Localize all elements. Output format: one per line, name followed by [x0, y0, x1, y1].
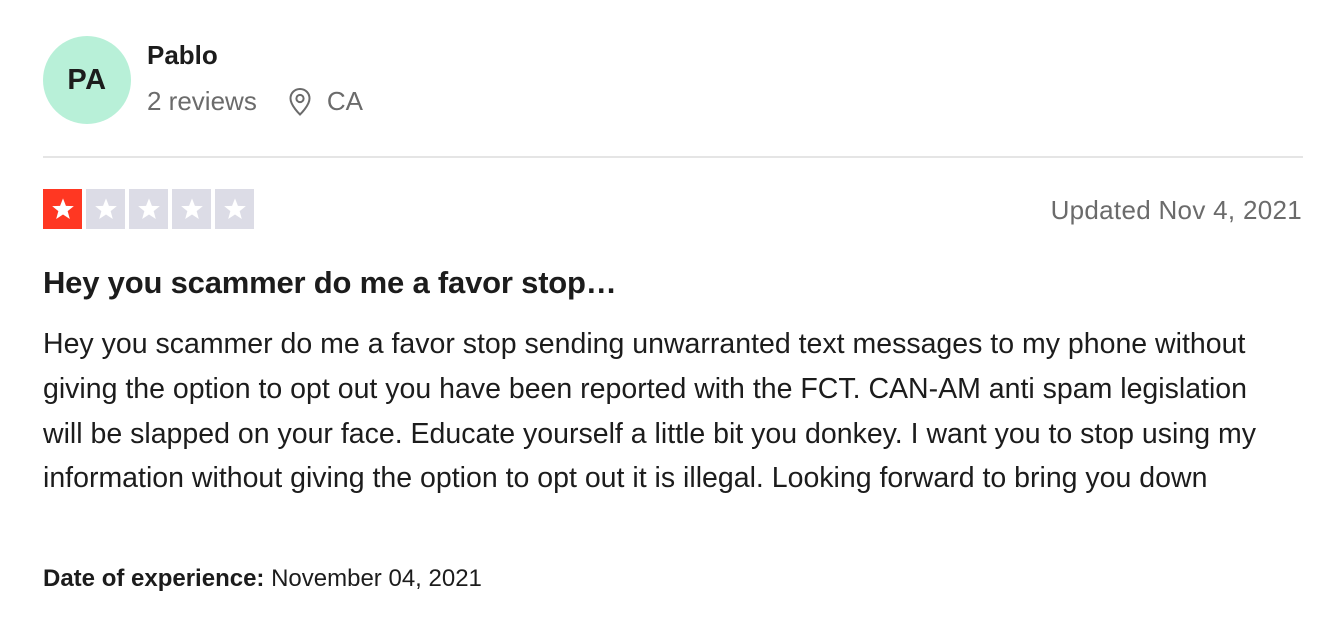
star-empty-icon	[129, 189, 168, 229]
experience-date: November 04, 2021	[271, 565, 482, 592]
consumer-location: CA	[326, 86, 363, 116]
date-of-experience: Date of experience: November 04, 2021	[43, 565, 482, 593]
avatar[interactable]: PA	[43, 36, 131, 124]
review-body: Hey you scammer do me a favor stop sendi…	[43, 328, 1256, 495]
consumer-info: PA Pablo 2 reviews CA	[43, 36, 547, 124]
consumer-name[interactable]: Pablo	[147, 40, 218, 71]
location-pin-icon	[287, 87, 313, 117]
divider	[43, 156, 1303, 158]
review-title[interactable]: Hey you scammer do me a favor stop…	[43, 265, 617, 301]
star-filled-icon	[43, 189, 82, 229]
star-rating	[43, 189, 254, 229]
consumer-details: Pablo 2 reviews CA	[147, 36, 547, 124]
reviews-count: 2 reviews	[147, 86, 257, 116]
consumer-meta: 2 reviews CA	[147, 86, 363, 117]
avatar-initials: PA	[67, 63, 107, 96]
star-empty-icon	[215, 189, 254, 229]
experience-label: Date of experience:	[43, 565, 265, 592]
star-empty-icon	[86, 189, 125, 229]
review-card: PA Pablo 2 reviews CA Updated Nov 4, 202…	[0, 0, 1326, 626]
star-empty-icon	[172, 189, 211, 229]
review-date: Updated Nov 4, 2021	[1050, 195, 1302, 225]
